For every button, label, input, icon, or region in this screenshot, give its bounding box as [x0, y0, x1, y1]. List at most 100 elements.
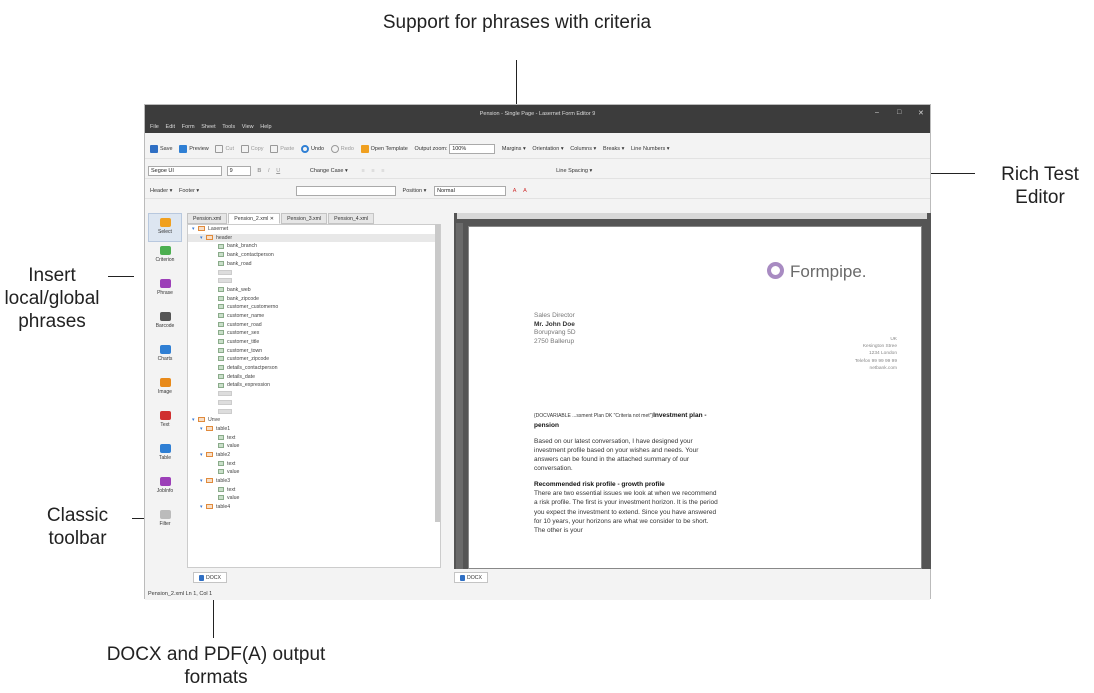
preview-button[interactable]: Preview — [179, 141, 209, 157]
docvariable-field[interactable]: {DOCVARIABLE ...ssment Plan DK "Criteria… — [534, 413, 653, 419]
splitter[interactable] — [445, 213, 454, 568]
tab-pension-3[interactable]: Pension_3.xml — [281, 213, 328, 224]
tree-row[interactable]: value — [188, 442, 440, 451]
sidebar-item-label: Barcode — [155, 323, 175, 329]
line-spacing-menu[interactable]: Line Spacing ▾ — [556, 163, 592, 179]
menu-sheet[interactable]: Sheet — [201, 123, 215, 131]
header-menu[interactable]: Header ▾ — [150, 183, 172, 199]
tree-row[interactable]: bank_branch — [188, 242, 440, 251]
sidebar-item-table[interactable]: Table — [148, 444, 182, 473]
align-left-icon[interactable]: ≡ — [361, 163, 364, 179]
tab-pension[interactable]: Pension.xml — [187, 213, 228, 224]
tree-row[interactable]: bank_contactperson — [188, 251, 440, 260]
bold-button[interactable]: B — [257, 163, 261, 179]
tree-row-label: customer_road — [227, 321, 262, 328]
sidebar-item-criterion[interactable]: Criterion — [148, 246, 182, 275]
sidebar-item-text[interactable]: Text — [148, 411, 182, 440]
tree-row[interactable]: ▾ Unve — [188, 416, 440, 425]
formpipe-logo-icon — [767, 262, 784, 279]
underline-button[interactable]: U — [276, 163, 280, 179]
tree-row[interactable]: ▾ table1 — [188, 425, 440, 434]
tree-row[interactable]: value — [188, 468, 440, 477]
tree-row[interactable]: customer_sex — [188, 329, 440, 338]
tab-pension-2[interactable]: Pension_2.xml ✕ — [228, 213, 281, 224]
line-numbers-menu[interactable]: Line Numbers ▾ — [631, 141, 670, 157]
tree-row[interactable]: customer_town — [188, 347, 440, 356]
breaks-menu[interactable]: Breaks ▾ — [603, 141, 624, 157]
font-select[interactable]: Segoe UI — [148, 166, 222, 176]
columns-menu[interactable]: Columns ▾ — [570, 141, 596, 157]
tree-row[interactable]: details_expression — [188, 381, 440, 390]
menu-file[interactable]: File — [150, 123, 159, 131]
paste-button[interactable]: Paste — [270, 141, 294, 157]
redo-button[interactable]: Redo — [330, 141, 354, 157]
tree-row[interactable] — [188, 277, 440, 286]
sidebar-item-barcode[interactable]: Barcode — [148, 312, 182, 341]
sidebar-item-filter[interactable]: Filter — [148, 510, 182, 539]
font-size-select[interactable]: 9 — [226, 166, 251, 176]
tree-row[interactable]: customer_name — [188, 312, 440, 321]
tree-row[interactable]: ▾ header — [188, 233, 440, 243]
tree-row[interactable]: details_date — [188, 373, 440, 382]
sidebar-item-phrase[interactable]: Phrase — [148, 279, 182, 308]
open-template-button[interactable]: Open Template — [360, 141, 408, 157]
position-menu[interactable]: Position ▾ — [403, 183, 427, 199]
maximize-icon[interactable]: □ — [897, 109, 901, 116]
align-right-icon[interactable]: ≡ — [381, 163, 384, 179]
sidebar-item-select[interactable]: Select — [148, 213, 182, 242]
tree-row[interactable]: value — [188, 494, 440, 503]
sidebar-item-jobinfo[interactable]: JobInfo — [148, 477, 182, 506]
copy-button[interactable]: Copy — [240, 141, 264, 157]
tree-row-label: header — [216, 234, 233, 241]
close-icon[interactable]: ✕ — [918, 109, 924, 117]
tree-row[interactable] — [188, 399, 440, 408]
margins-menu[interactable]: Margins ▾ — [502, 141, 526, 157]
footer-menu[interactable]: Footer ▾ — [179, 183, 199, 199]
tab-pension-4[interactable]: Pension_4.xml — [328, 213, 375, 224]
italic-button[interactable]: I — [268, 163, 270, 179]
menu-edit[interactable]: Edit — [166, 123, 175, 131]
tree-row[interactable]: bank_web — [188, 286, 440, 295]
undo-button[interactable]: Undo — [300, 141, 324, 157]
left-docx-tab[interactable]: DOCX — [193, 572, 227, 583]
tree-row[interactable] — [188, 268, 440, 277]
menu-view[interactable]: View — [242, 123, 254, 131]
tree-row[interactable]: details_contactperson — [188, 364, 440, 373]
charts-icon — [159, 345, 171, 354]
save-button[interactable]: Save — [150, 141, 173, 157]
sidebar-item-image[interactable]: Image — [148, 378, 182, 407]
tree-row[interactable]: ▾ table4 — [188, 503, 440, 512]
sidebar-item-charts[interactable]: Charts — [148, 345, 182, 374]
tree-scrollbar[interactable] — [435, 224, 440, 522]
highlight-color-icon[interactable]: A — [523, 183, 527, 199]
font-color-icon[interactable]: A — [513, 183, 517, 199]
cut-button[interactable]: Cut — [215, 141, 234, 157]
tree-row[interactable]: bank_zipcode — [188, 295, 440, 304]
tree-row[interactable]: customer_title — [188, 338, 440, 347]
tree-row[interactable] — [188, 390, 440, 399]
tree-row[interactable]: text — [188, 486, 440, 495]
style-select[interactable]: Normal — [434, 186, 507, 196]
tree-row[interactable]: ▾ table3 — [188, 477, 440, 486]
tree-row[interactable]: bank_road — [188, 260, 440, 269]
document-page[interactable]: Formpipe. Sales Director Mr. John Doe Bo… — [468, 226, 922, 569]
right-docx-tab[interactable]: DOCX — [454, 572, 488, 583]
orientation-menu[interactable]: Orientation ▾ — [532, 141, 563, 157]
tree-row[interactable]: customer_road — [188, 321, 440, 330]
tree-row[interactable]: text — [188, 434, 440, 443]
tree-row[interactable] — [188, 407, 440, 416]
output-zoom-select[interactable]: 100% — [449, 144, 496, 154]
tree-row[interactable]: ▾ Lasernet — [188, 225, 440, 234]
tree-row[interactable]: customer_customerno — [188, 303, 440, 312]
tree-row[interactable]: text — [188, 460, 440, 469]
field-select[interactable] — [295, 186, 396, 196]
change-case-menu[interactable]: Change Case ▾ — [310, 163, 348, 179]
tree-row[interactable]: ▾ table2 — [188, 451, 440, 460]
menu-form[interactable]: Form — [182, 123, 195, 131]
tree-row[interactable]: customer_zipcode — [188, 355, 440, 364]
menu-help[interactable]: Help — [260, 123, 271, 131]
menu-tools[interactable]: Tools — [222, 123, 235, 131]
minimize-icon[interactable]: – — [875, 109, 879, 116]
app-window: Pension - Single Page - Lasernet Form Ed… — [144, 104, 931, 600]
align-center-icon[interactable]: ≡ — [371, 163, 374, 179]
